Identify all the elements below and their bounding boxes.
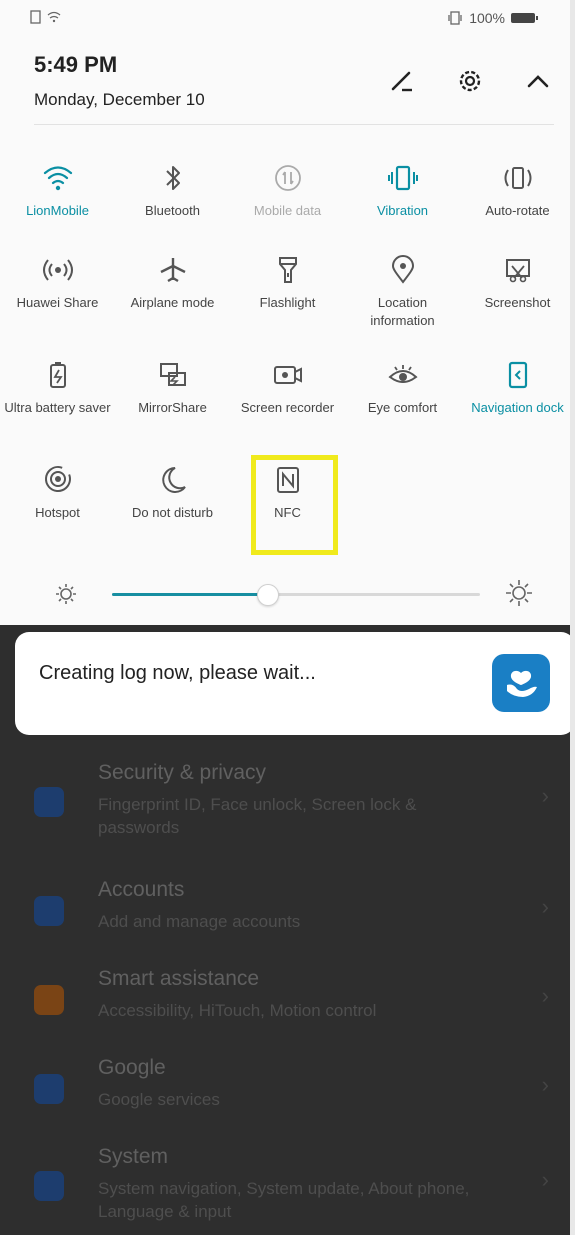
tile-label: Airplane mode: [130, 295, 215, 310]
airplane-icon: [115, 250, 230, 290]
notification-panel: 100% 5:49 PM Monday, December 10 LionMob…: [0, 0, 575, 625]
mirrorshare-icon: [115, 355, 230, 395]
flashlight-icon: [230, 250, 345, 290]
hotspot-icon: [0, 460, 115, 500]
settings-title: Smart assistance: [98, 967, 260, 990]
screen-recorder-icon: [230, 355, 345, 395]
moon-icon: [115, 460, 230, 500]
vibration-icon: [345, 158, 460, 198]
tile-label: Do not disturb: [132, 505, 213, 520]
huawei-share-icon: [0, 250, 115, 290]
eye-comfort-icon: [345, 355, 460, 395]
google-icon: [34, 1074, 64, 1104]
tile-label: LionMobile: [26, 203, 89, 218]
collapse-chevron-icon[interactable]: [521, 64, 555, 98]
tile-screen-recorder[interactable]: Screen recorder: [230, 355, 345, 417]
toast-message: Creating log now, please wait...: [39, 662, 316, 684]
battery-icon: [511, 13, 538, 23]
screen-edge: [570, 0, 575, 1235]
brightness-fill: [112, 593, 267, 596]
tile-flashlight[interactable]: Flashlight: [230, 250, 345, 312]
tile-label: Eye comfort: [367, 400, 438, 415]
battery-percent: 100%: [469, 10, 505, 26]
chevron-right-icon: ›: [541, 983, 549, 1008]
security-icon: [34, 787, 64, 817]
tile-location[interactable]: Location information: [345, 250, 460, 330]
tile-bluetooth[interactable]: Bluetooth: [115, 158, 230, 220]
tile-auto-rotate[interactable]: Auto-rotate: [460, 158, 575, 220]
tile-mirrorshare[interactable]: MirrorShare: [115, 355, 230, 417]
tile-airplane-mode[interactable]: Airplane mode: [115, 250, 230, 312]
tile-navigation-dock[interactable]: Navigation dock: [460, 355, 575, 417]
log-toast: Creating log now, please wait...: [15, 632, 575, 735]
tile-label: Location information: [370, 295, 435, 328]
tile-label: Screenshot: [484, 295, 551, 310]
tile-label: Flashlight: [259, 295, 316, 310]
tile-label: Screen recorder: [240, 400, 335, 415]
brightness-slider[interactable]: [112, 584, 480, 606]
edit-icon[interactable]: [385, 64, 419, 98]
status-icons-right: 100%: [447, 10, 538, 26]
tile-do-not-disturb[interactable]: Do not disturb: [115, 460, 230, 522]
settings-title: Accounts: [98, 878, 185, 901]
tile-hotspot[interactable]: Hotspot: [0, 460, 115, 522]
settings-subtitle: Fingerprint ID, Face unlock, Screen lock…: [98, 795, 417, 837]
tile-ultra-battery-saver[interactable]: Ultra battery saver: [0, 355, 115, 417]
tile-label: Auto-rotate: [485, 203, 550, 218]
tile-label: MirrorShare: [138, 400, 207, 415]
support-app-icon: [492, 654, 550, 712]
settings-subtitle: Accessibility, HiTouch, Motion control: [98, 1001, 377, 1020]
settings-title: Security & privacy: [98, 761, 267, 784]
tile-wifi[interactable]: LionMobile: [0, 158, 115, 220]
wifi-icon: [0, 158, 115, 198]
clock-date: Monday, December 10: [34, 90, 205, 109]
tile-label: Mobile data: [253, 203, 322, 218]
system-icon: [34, 1171, 64, 1201]
nfc-highlight-box: [251, 455, 338, 555]
tile-label: Hotspot: [35, 505, 80, 520]
accounts-icon: [34, 896, 64, 926]
chevron-right-icon: ›: [541, 894, 549, 919]
settings-title: Google: [98, 1056, 166, 1079]
settings-subtitle: System navigation, System update, About …: [98, 1179, 470, 1221]
chevron-right-icon: ›: [541, 1167, 549, 1192]
mobile-data-icon: [230, 158, 345, 198]
status-icons-left: [30, 10, 64, 27]
chevron-right-icon: ›: [541, 783, 549, 808]
sim-wifi-icon: [30, 10, 61, 24]
tile-label: Vibration: [376, 203, 429, 218]
tile-label: Bluetooth: [145, 203, 200, 218]
smart-assistance-icon: [34, 985, 64, 1015]
panel-header-actions: [385, 64, 555, 98]
bluetooth-icon: [115, 158, 230, 198]
brightness-high-icon: [504, 578, 534, 613]
brightness-thumb[interactable]: [256, 584, 279, 606]
settings-gear-icon[interactable]: [453, 64, 487, 98]
clock-time: 5:49 PM: [34, 52, 118, 77]
chevron-right-icon: ›: [541, 1072, 549, 1097]
tile-screenshot[interactable]: Screenshot: [460, 250, 575, 312]
tile-huawei-share[interactable]: Huawei Share: [0, 250, 115, 312]
status-bar: 100%: [0, 0, 575, 44]
tile-label: Huawei Share: [16, 295, 99, 310]
tile-label: Navigation dock: [471, 400, 564, 415]
header-divider: [34, 124, 554, 125]
tile-label: Ultra battery saver: [4, 400, 111, 415]
screenshot-icon: [460, 250, 575, 290]
navigation-dock-icon: [460, 355, 575, 395]
tile-vibration[interactable]: Vibration: [345, 158, 460, 220]
location-icon: [345, 250, 460, 290]
tile-eye-comfort[interactable]: Eye comfort: [345, 355, 460, 417]
vibrate-status-icon: [448, 11, 462, 25]
settings-subtitle: Google services: [98, 1090, 220, 1109]
settings-subtitle: Add and manage accounts: [98, 912, 301, 931]
brightness-low-icon: [54, 582, 78, 611]
auto-rotate-icon: [460, 158, 575, 198]
battery-saver-icon: [0, 355, 115, 395]
tile-mobile-data[interactable]: Mobile data: [230, 158, 345, 220]
settings-title: System: [98, 1145, 169, 1168]
brightness-slider-row: [0, 578, 575, 612]
